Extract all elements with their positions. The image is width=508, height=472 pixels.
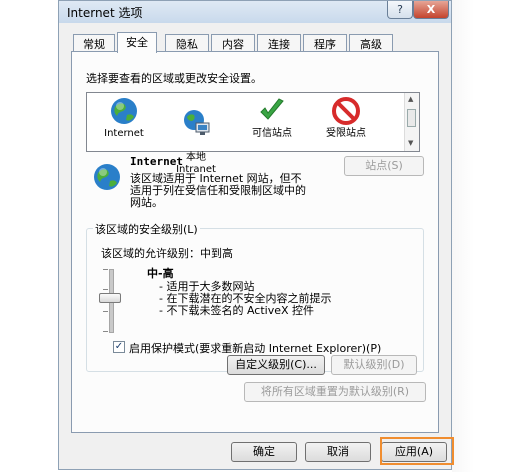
slider-tick xyxy=(103,331,108,332)
help-icon: ? xyxy=(397,3,403,16)
protected-mode-label: 启用保护模式(要求重新启动 Internet Explorer)(P) xyxy=(129,342,382,355)
tab-security[interactable]: 安全 xyxy=(117,32,157,53)
cancel-button[interactable]: 取消 xyxy=(305,442,371,462)
zone-list-scrollbar[interactable]: ▲ ▼ xyxy=(404,93,419,151)
checkmark-icon xyxy=(260,98,284,120)
globe-icon xyxy=(111,98,137,124)
select-zone-label: 选择要查看的区域或更改安全设置。 xyxy=(86,72,262,85)
level-bullet: - 不下载未签名的 ActiveX 控件 xyxy=(159,304,315,317)
slider-tick xyxy=(103,311,108,312)
zone-restricted-label: 受限站点 xyxy=(326,128,366,139)
protected-mode-checkbox[interactable]: ✓ xyxy=(113,341,125,353)
default-level-button[interactable]: 默认级别(D) xyxy=(331,355,417,375)
selected-zone-name: Internet xyxy=(130,155,183,168)
intranet-icon xyxy=(184,110,210,135)
security-level-title: 该区域的安全级别(L) xyxy=(93,221,200,237)
tab-programs-label: 程序 xyxy=(314,38,336,51)
close-button[interactable]: X xyxy=(413,1,449,19)
apply-button-highlight xyxy=(380,437,454,465)
selected-zone-description: 该区域适用于 Internet 网站，但不适用于列在受信任和受限制区域中的网站。 xyxy=(130,172,306,209)
zone-list[interactable]: Internet 本地 Intranet 可信站点 受限站点 ▲ ▼ xyxy=(86,92,420,175)
sites-button[interactable]: 站点(S) xyxy=(344,156,424,176)
level-name: 中-高 xyxy=(147,267,174,280)
zone-trusted-label: 可信站点 xyxy=(252,128,292,139)
security-slider-thumb[interactable] xyxy=(99,293,121,303)
scroll-down-icon[interactable]: ▼ xyxy=(408,139,413,147)
tab-general[interactable]: 常规 xyxy=(73,34,115,51)
tab-connections[interactable]: 连接 xyxy=(257,34,301,51)
tab-advanced-label: 高级 xyxy=(360,38,382,51)
level-description: - 适用于大多数网站 - 在下载潜在的不安全内容之前提示 - 不下载未签名的 A… xyxy=(159,281,331,317)
slider-tick xyxy=(103,289,108,290)
window-title: Internet 选项 xyxy=(67,6,143,20)
help-button[interactable]: ? xyxy=(387,1,413,19)
close-icon: X xyxy=(426,3,436,16)
tab-general-label: 常规 xyxy=(83,38,105,51)
zone-trusted[interactable]: 可信站点 xyxy=(237,96,307,140)
tab-content-label: 内容 xyxy=(222,38,244,51)
tab-privacy-label: 隐私 xyxy=(176,38,198,51)
scroll-thumb[interactable] xyxy=(407,109,416,127)
zone-restricted[interactable]: 受限站点 xyxy=(311,96,381,140)
tab-security-label: 安全 xyxy=(126,36,148,49)
internet-options-dialog: Internet 选项 ? X 常规 安全 隐私 内容 连接 程序 高级 选择要… xyxy=(58,0,452,470)
custom-level-button[interactable]: 自定义级别(C)... xyxy=(227,355,325,375)
selected-zone-globe-icon xyxy=(94,164,120,190)
tab-programs[interactable]: 程序 xyxy=(303,34,347,51)
zone-internet[interactable]: Internet xyxy=(89,96,159,140)
background-strip xyxy=(452,0,508,472)
scroll-up-icon[interactable]: ▲ xyxy=(408,95,413,103)
tab-advanced[interactable]: 高级 xyxy=(349,34,393,51)
reset-all-zones-button[interactable]: 将所有区域重置为默认级别(R) xyxy=(244,382,426,402)
security-panel: 选择要查看的区域或更改安全设置。 Internet 本地 Intranet 可信… xyxy=(71,51,439,433)
ok-button[interactable]: 确定 xyxy=(231,442,297,462)
zone-internet-label: Internet xyxy=(104,128,144,139)
allowed-levels-label: 该区域的允许级别：中到高 xyxy=(101,247,233,260)
slider-tick xyxy=(103,269,108,270)
tab-privacy[interactable]: 隐私 xyxy=(165,34,209,51)
restricted-icon xyxy=(332,97,360,125)
tab-content[interactable]: 内容 xyxy=(211,34,255,51)
tab-connections-label: 连接 xyxy=(268,38,290,51)
security-level-group: 该区域的安全级别(L) 该区域的允许级别：中到高 中-高 - 适用于大多数网站 … xyxy=(86,221,424,375)
title-bar: Internet 选项 ? X xyxy=(59,1,451,23)
